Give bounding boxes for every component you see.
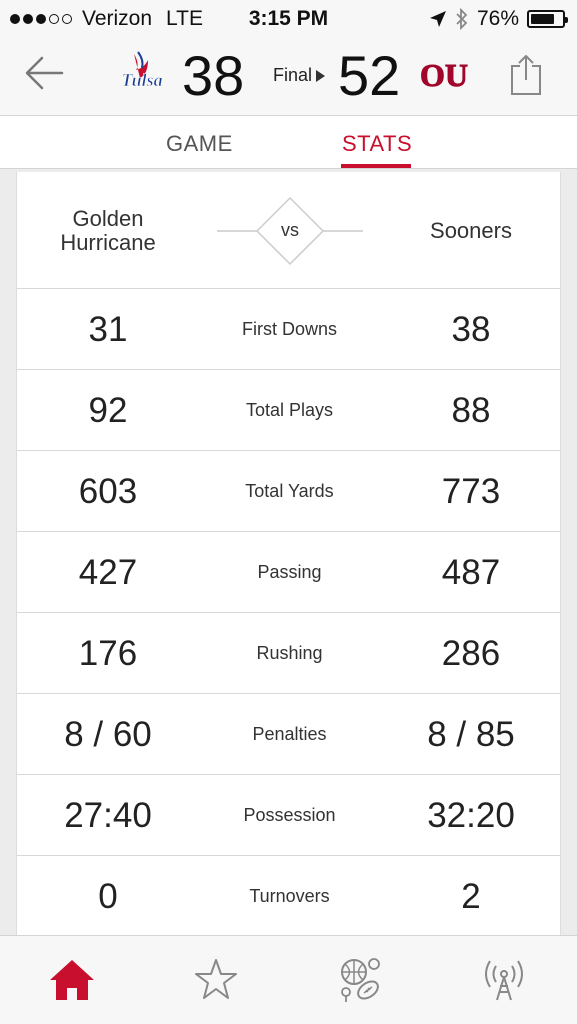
away-stat-value: 427 — [78, 552, 138, 592]
location-arrow-icon — [429, 11, 446, 27]
stat-label: Possession — [243, 805, 336, 825]
home-stat-value: 487 — [441, 552, 501, 592]
stat-row: 176 Rushing 286 — [17, 613, 560, 694]
home-score: 52 — [338, 44, 401, 107]
play-triangle-icon — [316, 69, 326, 82]
stats-card: Golden Hurricane vs Sooners 31 First Dow… — [16, 172, 561, 942]
home-stat-value: 32:20 — [427, 795, 515, 835]
star-icon — [195, 959, 237, 999]
away-stat-value: 27:40 — [64, 795, 152, 835]
tab-stats[interactable]: STATS — [342, 131, 412, 157]
status-right: 76% — [429, 7, 568, 31]
away-stat-value: 603 — [78, 471, 138, 511]
home-stat-value: 8 / 85 — [427, 714, 515, 754]
stat-label: Rushing — [256, 643, 323, 663]
stat-label: Total Plays — [245, 400, 334, 420]
back-button[interactable] — [22, 52, 66, 96]
score-header: Tulsa 38 Final 52 OU — [0, 38, 577, 116]
home-stat-value: 286 — [441, 633, 501, 673]
tulsa-logo-icon[interactable]: Tulsa — [114, 50, 170, 98]
vs-label: vs — [281, 220, 299, 240]
stat-row: 427 Passing 487 — [17, 532, 560, 613]
away-stat-value: 176 — [78, 633, 138, 673]
sports-balls-icon — [341, 958, 380, 1002]
away-stat-value: 8 / 60 — [64, 714, 152, 754]
stat-row: 8 / 60 Penalties 8 / 85 — [17, 694, 560, 775]
stat-row: 603 Total Yards 773 — [17, 451, 560, 532]
share-button[interactable] — [508, 52, 544, 98]
stat-label: Penalties — [252, 724, 327, 744]
stat-row: 31 First Downs 38 — [17, 289, 560, 370]
status-bar: Verizon LTE 3:15 PM 76% — [0, 0, 577, 38]
away-team-name: Golden Hurricane — [60, 205, 156, 255]
battery-percent: 76% — [476, 7, 519, 30]
nav-sports-button[interactable] — [332, 952, 388, 1008]
home-stat-value: 2 — [461, 876, 481, 916]
stat-label: Total Yards — [245, 481, 334, 501]
bluetooth-icon — [456, 8, 468, 30]
active-tab-indicator — [341, 164, 411, 168]
stat-row: 27:40 Possession 32:20 — [17, 775, 560, 856]
svg-text:OU: OU — [420, 57, 468, 93]
nav-live-button[interactable] — [476, 952, 532, 1008]
stat-row: 0 Turnovers 2 — [17, 856, 560, 937]
tab-bar: GAME STATS — [0, 116, 577, 169]
share-icon — [511, 55, 541, 95]
nav-home-button[interactable] — [44, 952, 100, 1008]
broadcast-icon — [485, 960, 523, 1001]
away-stat-value: 0 — [98, 876, 118, 916]
away-stat-value: 92 — [88, 390, 128, 430]
stat-label: Turnovers — [249, 886, 330, 906]
away-score: 38 — [182, 44, 245, 107]
home-stat-value: 773 — [441, 471, 501, 511]
game-status-text: Final — [273, 65, 313, 85]
tab-game[interactable]: GAME — [166, 131, 233, 157]
svg-text:Tulsa: Tulsa — [121, 70, 162, 90]
stat-label: Passing — [257, 562, 322, 582]
bottom-nav — [0, 935, 577, 1024]
game-status[interactable]: Final — [273, 65, 326, 86]
home-icon — [50, 960, 94, 1000]
back-arrow-icon — [25, 56, 64, 90]
battery-icon — [527, 10, 568, 28]
stat-label: First Downs — [241, 319, 337, 339]
away-stat-value: 31 — [88, 309, 128, 349]
nav-favorites-button[interactable] — [188, 952, 244, 1008]
home-stat-value: 38 — [451, 309, 491, 349]
home-stat-value: 88 — [451, 390, 491, 430]
vs-badge: vs — [217, 196, 363, 266]
ou-logo-icon[interactable]: OU — [418, 50, 474, 98]
stat-row: 92 Total Plays 88 — [17, 370, 560, 451]
matchup-header: Golden Hurricane vs Sooners — [17, 172, 560, 289]
home-team-name: Sooners — [430, 217, 512, 243]
